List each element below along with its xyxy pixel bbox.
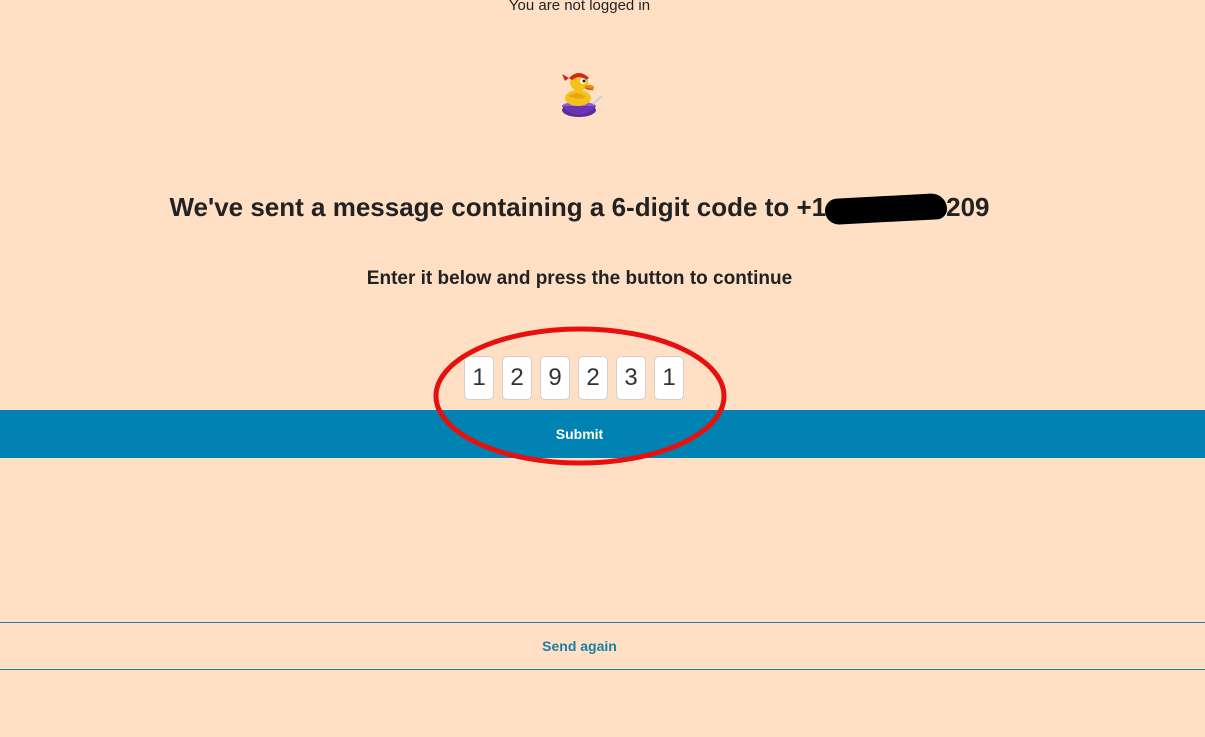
redacted-phone-number (824, 192, 948, 226)
code-digit-1[interactable]: 1 (464, 356, 494, 400)
code-digit-2[interactable]: 2 (502, 356, 532, 400)
code-digit-4[interactable]: 2 (578, 356, 608, 400)
verification-page: You are not logged in We've sent a messa… (0, 0, 1205, 737)
send-again-bar: Send again (0, 622, 1205, 670)
code-digit-5[interactable]: 3 (616, 356, 646, 400)
code-input-group: 1 2 9 2 3 1 (464, 356, 684, 400)
duck-mascot-icon (553, 66, 605, 122)
verification-instructions: Enter it below and press the button to c… (366, 268, 793, 289)
code-digit-3[interactable]: 9 (540, 356, 570, 400)
submit-button[interactable]: Submit (0, 410, 1205, 458)
submit-button-label: Submit (555, 426, 604, 442)
send-again-link[interactable]: Send again (542, 638, 617, 654)
heading-suffix: 209 (946, 192, 990, 222)
heading-prefix: We've sent a message containing a 6-digi… (169, 192, 827, 222)
verification-heading: We've sent a message containing a 6-digi… (0, 189, 1159, 226)
code-digit-6[interactable]: 1 (654, 356, 684, 400)
login-status-text: You are not logged in (508, 0, 651, 14)
